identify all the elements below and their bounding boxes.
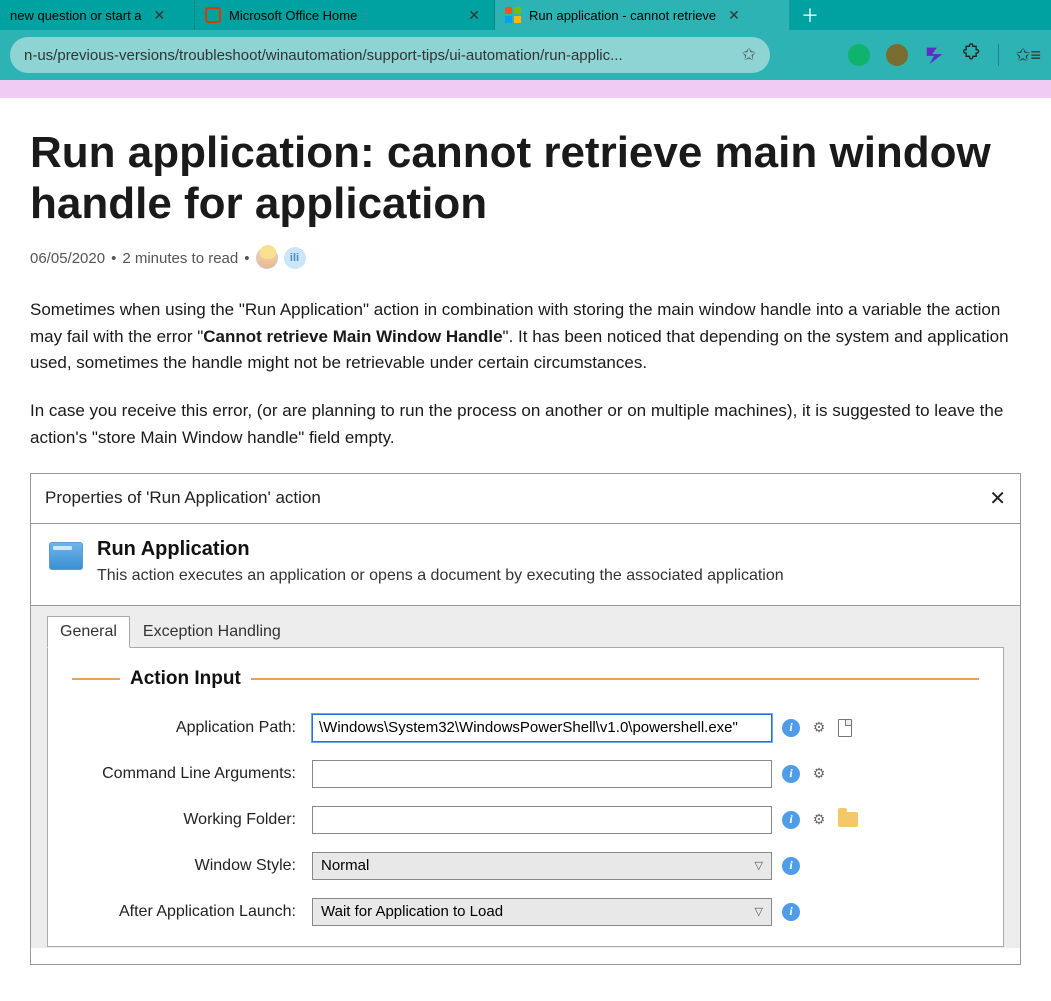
info-icon[interactable]: i — [782, 719, 800, 737]
article-date: 06/05/2020 — [30, 250, 105, 267]
info-icon[interactable]: i — [782, 857, 800, 875]
section-action-input: Action Input — [72, 668, 979, 690]
dialog-header: Run Application This action executes an … — [31, 524, 1020, 606]
banner-strip — [0, 80, 1051, 98]
folder-icon[interactable] — [838, 812, 858, 827]
office-icon — [205, 7, 221, 23]
separator — [998, 44, 999, 66]
close-icon[interactable]: ✕ — [464, 7, 484, 24]
row-application-path: Application Path: \Windows\System32\Wind… — [72, 714, 979, 742]
close-icon[interactable]: ✕ — [150, 7, 170, 24]
browser-toolbar: n-us/previous-versions/troubleshoot/wina… — [0, 30, 1051, 80]
paragraph-2: In case you receive this error, (or are … — [30, 398, 1021, 451]
favorite-star-icon[interactable]: ✩ — [742, 45, 756, 65]
error-name-bold: Cannot retrieve Main Window Handle — [203, 327, 502, 346]
close-icon[interactable]: ✕ — [724, 7, 744, 24]
tab-2-label: Microsoft Office Home — [229, 8, 357, 23]
browser-tab-bar: new question or start a ✕ Microsoft Offi… — [0, 0, 1051, 30]
dropdown-after-application-launch[interactable]: Wait for Application to Load ▽ — [312, 898, 772, 926]
read-time: 2 minutes to read — [122, 250, 238, 267]
dialog-header-title: Run Application — [97, 538, 784, 561]
gear-icon[interactable]: ⚙ — [810, 811, 828, 829]
gear-icon[interactable]: ⚙ — [810, 765, 828, 783]
row-working-folder: Working Folder: i ⚙ — [72, 806, 979, 834]
power-automate-icon[interactable] — [924, 44, 946, 66]
close-icon[interactable]: ✕ — [989, 486, 1006, 511]
info-icon[interactable]: i — [782, 811, 800, 829]
microsoft-icon — [505, 7, 521, 23]
dialog-body: General Exception Handling Action Input … — [31, 606, 1020, 948]
favorites-icon[interactable]: ✩≡ — [1015, 45, 1041, 66]
file-icon[interactable] — [838, 719, 852, 737]
dropdown-window-style[interactable]: Normal ▽ — [312, 852, 772, 880]
tab-1-label: new question or start a — [10, 8, 142, 23]
label-after-application-launch: After Application Launch: — [72, 903, 302, 921]
dialog-run-application: Properties of 'Run Application' action ✕… — [30, 473, 1021, 965]
run-application-icon — [49, 542, 83, 570]
row-after-application-launch: After Application Launch: Wait for Appli… — [72, 898, 979, 926]
tab-general[interactable]: General — [47, 616, 130, 648]
contributor-avatar-2[interactable]: ili — [284, 247, 306, 269]
tab-3-active[interactable]: Run application - cannot retrieve ✕ — [495, 0, 790, 30]
label-command-line-arguments: Command Line Arguments: — [72, 765, 302, 783]
dialog-tabs: General Exception Handling — [31, 606, 1020, 648]
input-application-path[interactable]: \Windows\System32\WindowsPowerShell\v1.0… — [312, 714, 772, 742]
input-command-line-arguments[interactable] — [312, 760, 772, 788]
article-content: Run application: cannot retrieve main wi… — [0, 98, 1051, 995]
input-working-folder[interactable] — [312, 806, 772, 834]
dialog-titlebar: Properties of 'Run Application' action ✕ — [31, 474, 1020, 524]
tab-3-label: Run application - cannot retrieve — [529, 8, 716, 23]
extensions-icon[interactable] — [962, 43, 982, 68]
chevron-down-icon: ▽ — [755, 905, 763, 918]
tab-panel-general: Action Input Application Path: \Windows\… — [47, 647, 1004, 947]
info-icon[interactable]: i — [782, 903, 800, 921]
section-title: Action Input — [130, 668, 241, 690]
toolbar-icons: ✩≡ — [848, 43, 1041, 68]
dialog-title: Properties of 'Run Application' action — [45, 488, 321, 508]
page-title: Run application: cannot retrieve main wi… — [30, 128, 1021, 229]
label-application-path: Application Path: — [72, 719, 302, 737]
tab-1[interactable]: new question or start a ✕ — [0, 0, 195, 30]
gear-icon[interactable]: ⚙ — [810, 719, 828, 737]
label-working-folder: Working Folder: — [72, 811, 302, 829]
row-command-line-arguments: Command Line Arguments: i ⚙ — [72, 760, 979, 788]
url-text: n-us/previous-versions/troubleshoot/wina… — [24, 47, 623, 64]
new-tab-button[interactable]: ＋ — [790, 0, 830, 30]
row-window-style: Window Style: Normal ▽ i — [72, 852, 979, 880]
article-meta: 06/05/2020 • 2 minutes to read • ili — [30, 247, 1021, 269]
dialog-header-desc: This action executes an application or o… — [97, 565, 784, 587]
label-window-style: Window Style: — [72, 857, 302, 875]
paragraph-1: Sometimes when using the "Run Applicatio… — [30, 297, 1021, 376]
extension-badge-green[interactable] — [848, 44, 870, 66]
tab-2[interactable]: Microsoft Office Home ✕ — [195, 0, 495, 30]
extension-badge-olive[interactable] — [886, 44, 908, 66]
contributor-avatar-1[interactable] — [256, 247, 278, 269]
tab-exception-handling[interactable]: Exception Handling — [130, 616, 294, 648]
chevron-down-icon: ▽ — [755, 859, 763, 872]
address-bar[interactable]: n-us/previous-versions/troubleshoot/wina… — [10, 37, 770, 73]
info-icon[interactable]: i — [782, 765, 800, 783]
